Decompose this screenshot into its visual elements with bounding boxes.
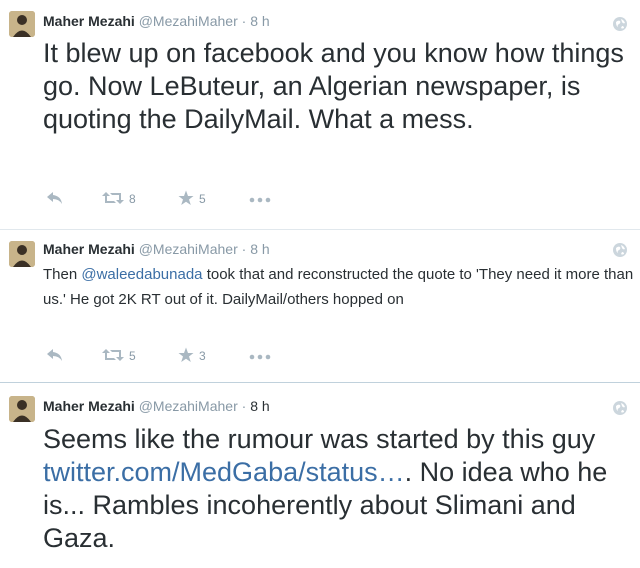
reply-icon <box>46 191 64 208</box>
retweet-count: 5 <box>129 349 136 363</box>
more-button[interactable] <box>249 189 271 209</box>
timestamp[interactable]: 8 h <box>250 13 269 29</box>
author-name[interactable]: Maher Mezahi <box>43 241 135 257</box>
retweet-icon <box>102 191 124 208</box>
tweet-2[interactable]: Maher Mezahi @MezahiMaher · 8 h Then @wa… <box>0 230 640 382</box>
favorite-button[interactable]: 3 <box>178 346 206 366</box>
retweet-icon <box>102 348 124 365</box>
author-handle[interactable]: @MezahiMaher <box>139 13 238 29</box>
timestamp[interactable]: 8 h <box>250 398 269 414</box>
tweet-1[interactable]: Maher Mezahi @MezahiMaher · 8 h It blew … <box>0 0 640 230</box>
avatar[interactable] <box>9 396 35 422</box>
reply-button[interactable] <box>46 189 64 209</box>
author-name[interactable]: Maher Mezahi <box>43 13 135 29</box>
tweet-actions: 8 5 <box>0 189 640 209</box>
separator-dot: · <box>241 241 247 257</box>
more-button[interactable] <box>249 346 271 366</box>
globe-icon <box>612 16 628 32</box>
avatar[interactable] <box>9 241 35 267</box>
favorite-button[interactable]: 5 <box>178 189 206 209</box>
author-handle[interactable]: @MezahiMaher <box>139 398 238 414</box>
reply-button[interactable] <box>46 346 64 366</box>
timestamp[interactable]: 8 h <box>250 241 269 257</box>
favorite-count: 5 <box>199 192 206 206</box>
author-name[interactable]: Maher Mezahi <box>43 398 135 414</box>
avatar[interactable] <box>9 11 35 37</box>
globe-icon <box>612 242 628 258</box>
retweet-button[interactable]: 5 <box>102 346 136 366</box>
retweet-button[interactable]: 8 <box>102 189 136 209</box>
author-handle[interactable]: @MezahiMaher <box>139 241 238 257</box>
tweet-header: Maher Mezahi @MezahiMaher · 8 h <box>43 397 270 415</box>
reply-icon <box>46 348 64 365</box>
tweet-text-start: Seems like the rumour was started by thi… <box>43 424 596 454</box>
globe-icon <box>612 400 628 416</box>
tweet-header: Maher Mezahi @MezahiMaher · 8 h <box>43 240 270 258</box>
tweet-actions: 5 3 <box>0 346 640 366</box>
tweet-header: Maher Mezahi @MezahiMaher · 8 h <box>43 12 270 30</box>
tweet-text-start: Then <box>43 266 82 283</box>
star-icon <box>178 347 194 366</box>
separator-dot: · <box>241 13 247 29</box>
more-icon <box>249 349 271 363</box>
tweet-3[interactable]: Maher Mezahi @MezahiMaher · 8 h Seems li… <box>0 383 640 568</box>
favorite-count: 3 <box>199 349 206 363</box>
status-link[interactable]: twitter.com/MedGaba/status… <box>43 457 405 487</box>
retweet-count: 8 <box>129 192 136 206</box>
tweet-text: It blew up on facebook and you know how … <box>43 38 624 134</box>
tweet-text: Then @waleedabunada took that and recons… <box>43 262 635 312</box>
tweet-text: Seems like the rumour was started by thi… <box>43 423 635 555</box>
more-icon <box>249 192 271 206</box>
star-icon <box>178 190 194 209</box>
separator-dot: · <box>241 398 247 414</box>
mention-link[interactable]: @waleedabunada <box>81 266 202 283</box>
